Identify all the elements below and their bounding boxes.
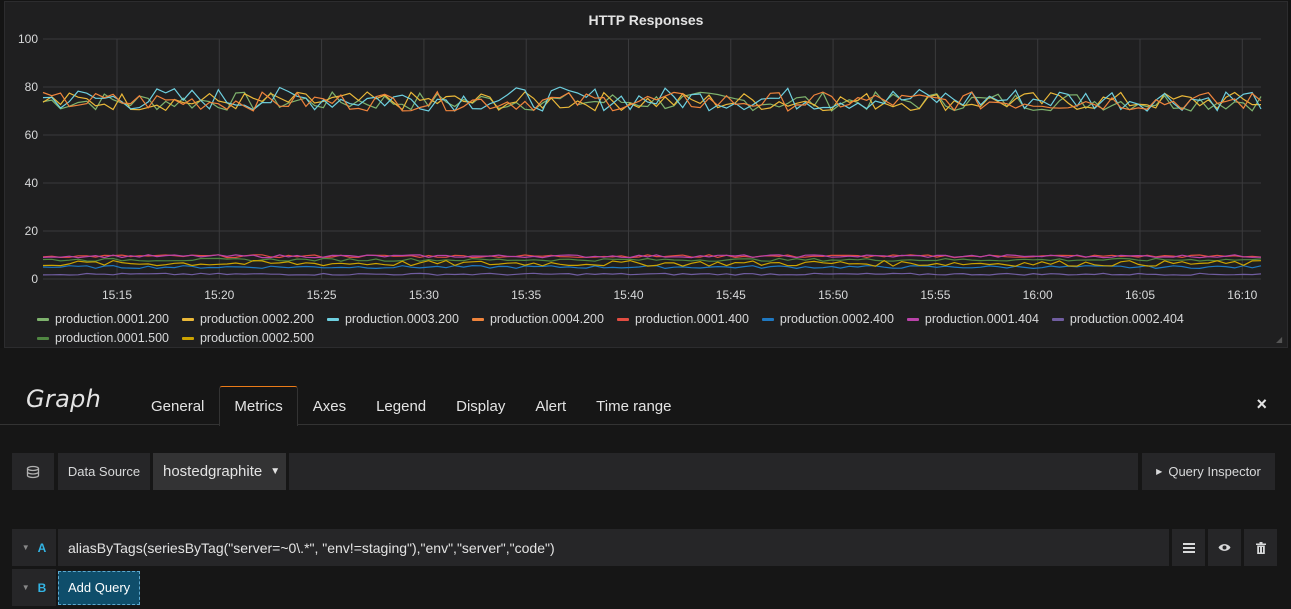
legend-item[interactable]: production.0001.400 bbox=[616, 311, 749, 328]
y-tick-label: 40 bbox=[25, 176, 39, 190]
y-tick-label: 100 bbox=[18, 32, 38, 46]
datasource-select[interactable]: hostedgraphite ▼ bbox=[153, 453, 286, 490]
y-tick-label: 0 bbox=[31, 272, 38, 286]
legend-label[interactable]: production.0004.200 bbox=[490, 311, 604, 328]
series-line bbox=[42, 272, 1262, 276]
database-icon bbox=[12, 453, 54, 490]
series-line bbox=[42, 257, 1262, 262]
resize-handle-icon[interactable]: ◢ bbox=[1276, 336, 1284, 344]
x-tick-label: 15:40 bbox=[613, 288, 643, 302]
query-expression-input[interactable]: aliasByTags(seriesByTag("server=~0\.*", … bbox=[58, 529, 1169, 566]
legend-swatch[interactable] bbox=[1051, 318, 1064, 321]
x-tick-label: 15:30 bbox=[409, 288, 439, 302]
legend-item[interactable]: production.0002.200 bbox=[181, 311, 314, 328]
legend-item[interactable]: production.0002.500 bbox=[181, 330, 314, 347]
query-inspector-button[interactable]: ▶ Query Inspector bbox=[1142, 453, 1275, 490]
x-tick-label: 16:05 bbox=[1125, 288, 1155, 302]
legend-swatch[interactable] bbox=[181, 318, 194, 321]
query-letter-label: A bbox=[37, 540, 47, 555]
tab-axes[interactable]: Axes bbox=[298, 386, 361, 425]
chart-legend: production.0001.200 production.0002.200 pr… bbox=[37, 309, 1237, 347]
legend-item[interactable]: production.0001.200 bbox=[37, 311, 169, 328]
tab-time-range[interactable]: Time range bbox=[581, 386, 686, 425]
legend-item[interactable]: production.0002.400 bbox=[761, 311, 894, 328]
datasource-spacer bbox=[289, 453, 1138, 490]
x-tick-label: 15:25 bbox=[307, 288, 337, 302]
legend-item[interactable]: production.0004.200 bbox=[471, 311, 604, 328]
datasource-value: hostedgraphite bbox=[163, 463, 263, 480]
x-tick-label: 16:10 bbox=[1227, 288, 1257, 302]
series-line bbox=[42, 259, 1262, 267]
legend-swatch[interactable] bbox=[326, 318, 339, 321]
legend-swatch[interactable] bbox=[37, 337, 49, 340]
legend-swatch[interactable] bbox=[616, 318, 629, 321]
legend-label[interactable]: production.0003.200 bbox=[345, 311, 459, 328]
legend-swatch[interactable] bbox=[761, 318, 774, 321]
add-query-button[interactable]: Add Query bbox=[58, 570, 141, 605]
legend-swatch[interactable] bbox=[906, 318, 919, 321]
legend-swatch[interactable] bbox=[471, 318, 484, 321]
y-tick-label: 20 bbox=[25, 224, 39, 238]
legend-label[interactable]: production.0001.500 bbox=[55, 330, 169, 347]
query-row-b: ▼ B Add Query bbox=[12, 569, 141, 606]
menu-icon[interactable] bbox=[1172, 529, 1205, 566]
y-tick-label: 80 bbox=[25, 80, 39, 94]
legend-item[interactable]: production.0001.404 bbox=[906, 311, 1039, 328]
legend-label[interactable]: production.0002.400 bbox=[780, 311, 894, 328]
x-tick-label: 15:45 bbox=[716, 288, 746, 302]
query-letter-label: B bbox=[37, 580, 47, 595]
legend-label[interactable]: production.0002.500 bbox=[200, 330, 314, 347]
caret-down-icon: ▼ bbox=[270, 466, 281, 477]
query-letter-a[interactable]: ▼ A bbox=[12, 529, 56, 566]
legend-item[interactable]: production.0001.500 bbox=[37, 330, 169, 347]
caret-right-icon: ▶ bbox=[1156, 467, 1163, 476]
legend-swatch[interactable] bbox=[37, 318, 49, 321]
legend-swatch[interactable] bbox=[181, 337, 194, 340]
legend-item[interactable]: production.0002.404 bbox=[1051, 311, 1184, 328]
legend-label[interactable]: production.0002.200 bbox=[200, 311, 314, 328]
tab-legend[interactable]: Legend bbox=[361, 386, 441, 425]
legend-item[interactable]: production.0003.200 bbox=[326, 311, 459, 328]
close-icon[interactable]: × bbox=[1256, 394, 1267, 415]
legend-label[interactable]: production.0001.400 bbox=[635, 311, 749, 328]
collapse-arrow-icon: ▼ bbox=[21, 543, 30, 552]
x-tick-label: 15:20 bbox=[204, 288, 234, 302]
editor-title: Graph bbox=[26, 385, 102, 413]
x-tick-label: 16:00 bbox=[1023, 288, 1053, 302]
trash-icon[interactable] bbox=[1244, 529, 1277, 566]
query-letter-b[interactable]: ▼ B bbox=[12, 569, 56, 606]
x-tick-label: 15:50 bbox=[818, 288, 848, 302]
x-tick-label: 15:15 bbox=[102, 288, 132, 302]
x-tick-label: 15:35 bbox=[511, 288, 541, 302]
tab-alert[interactable]: Alert bbox=[520, 386, 581, 425]
editor-tabs: General Metrics Axes Legend Display Alert Time… bbox=[136, 386, 686, 426]
legend-label[interactable]: production.0001.404 bbox=[925, 311, 1039, 328]
graph-panel: HTTP Responses 100 80 60 40 20 0 15:15 15:20 15:… bbox=[4, 1, 1288, 348]
y-tick-label: 60 bbox=[25, 128, 39, 142]
eye-icon[interactable] bbox=[1208, 529, 1241, 566]
chart-area: 100 80 60 40 20 0 15:15 15:20 15:25 15:30 15:35 15:… bbox=[18, 32, 1262, 302]
datasource-row: Data Source hostedgraphite ▼ ▶ Query Ins… bbox=[12, 453, 1275, 490]
legend-label[interactable]: production.0002.404 bbox=[1070, 311, 1184, 328]
tab-divider bbox=[0, 424, 1291, 425]
panel-editor: Graph General Metrics Axes Legend Display Ale… bbox=[0, 348, 1291, 609]
tab-metrics[interactable]: Metrics bbox=[219, 386, 298, 426]
datasource-label: Data Source bbox=[58, 453, 150, 490]
series-line bbox=[42, 86, 1262, 112]
query-row-a: ▼ A aliasByTags(seriesByTag("server=~0\.… bbox=[12, 529, 1280, 566]
query-inspector-label: Query Inspector bbox=[1168, 464, 1261, 479]
legend-label[interactable]: production.0001.200 bbox=[55, 311, 169, 328]
x-tick-label: 15:55 bbox=[920, 288, 950, 302]
tab-general[interactable]: General bbox=[136, 386, 219, 425]
collapse-arrow-icon: ▼ bbox=[21, 583, 30, 592]
tab-display[interactable]: Display bbox=[441, 386, 520, 425]
